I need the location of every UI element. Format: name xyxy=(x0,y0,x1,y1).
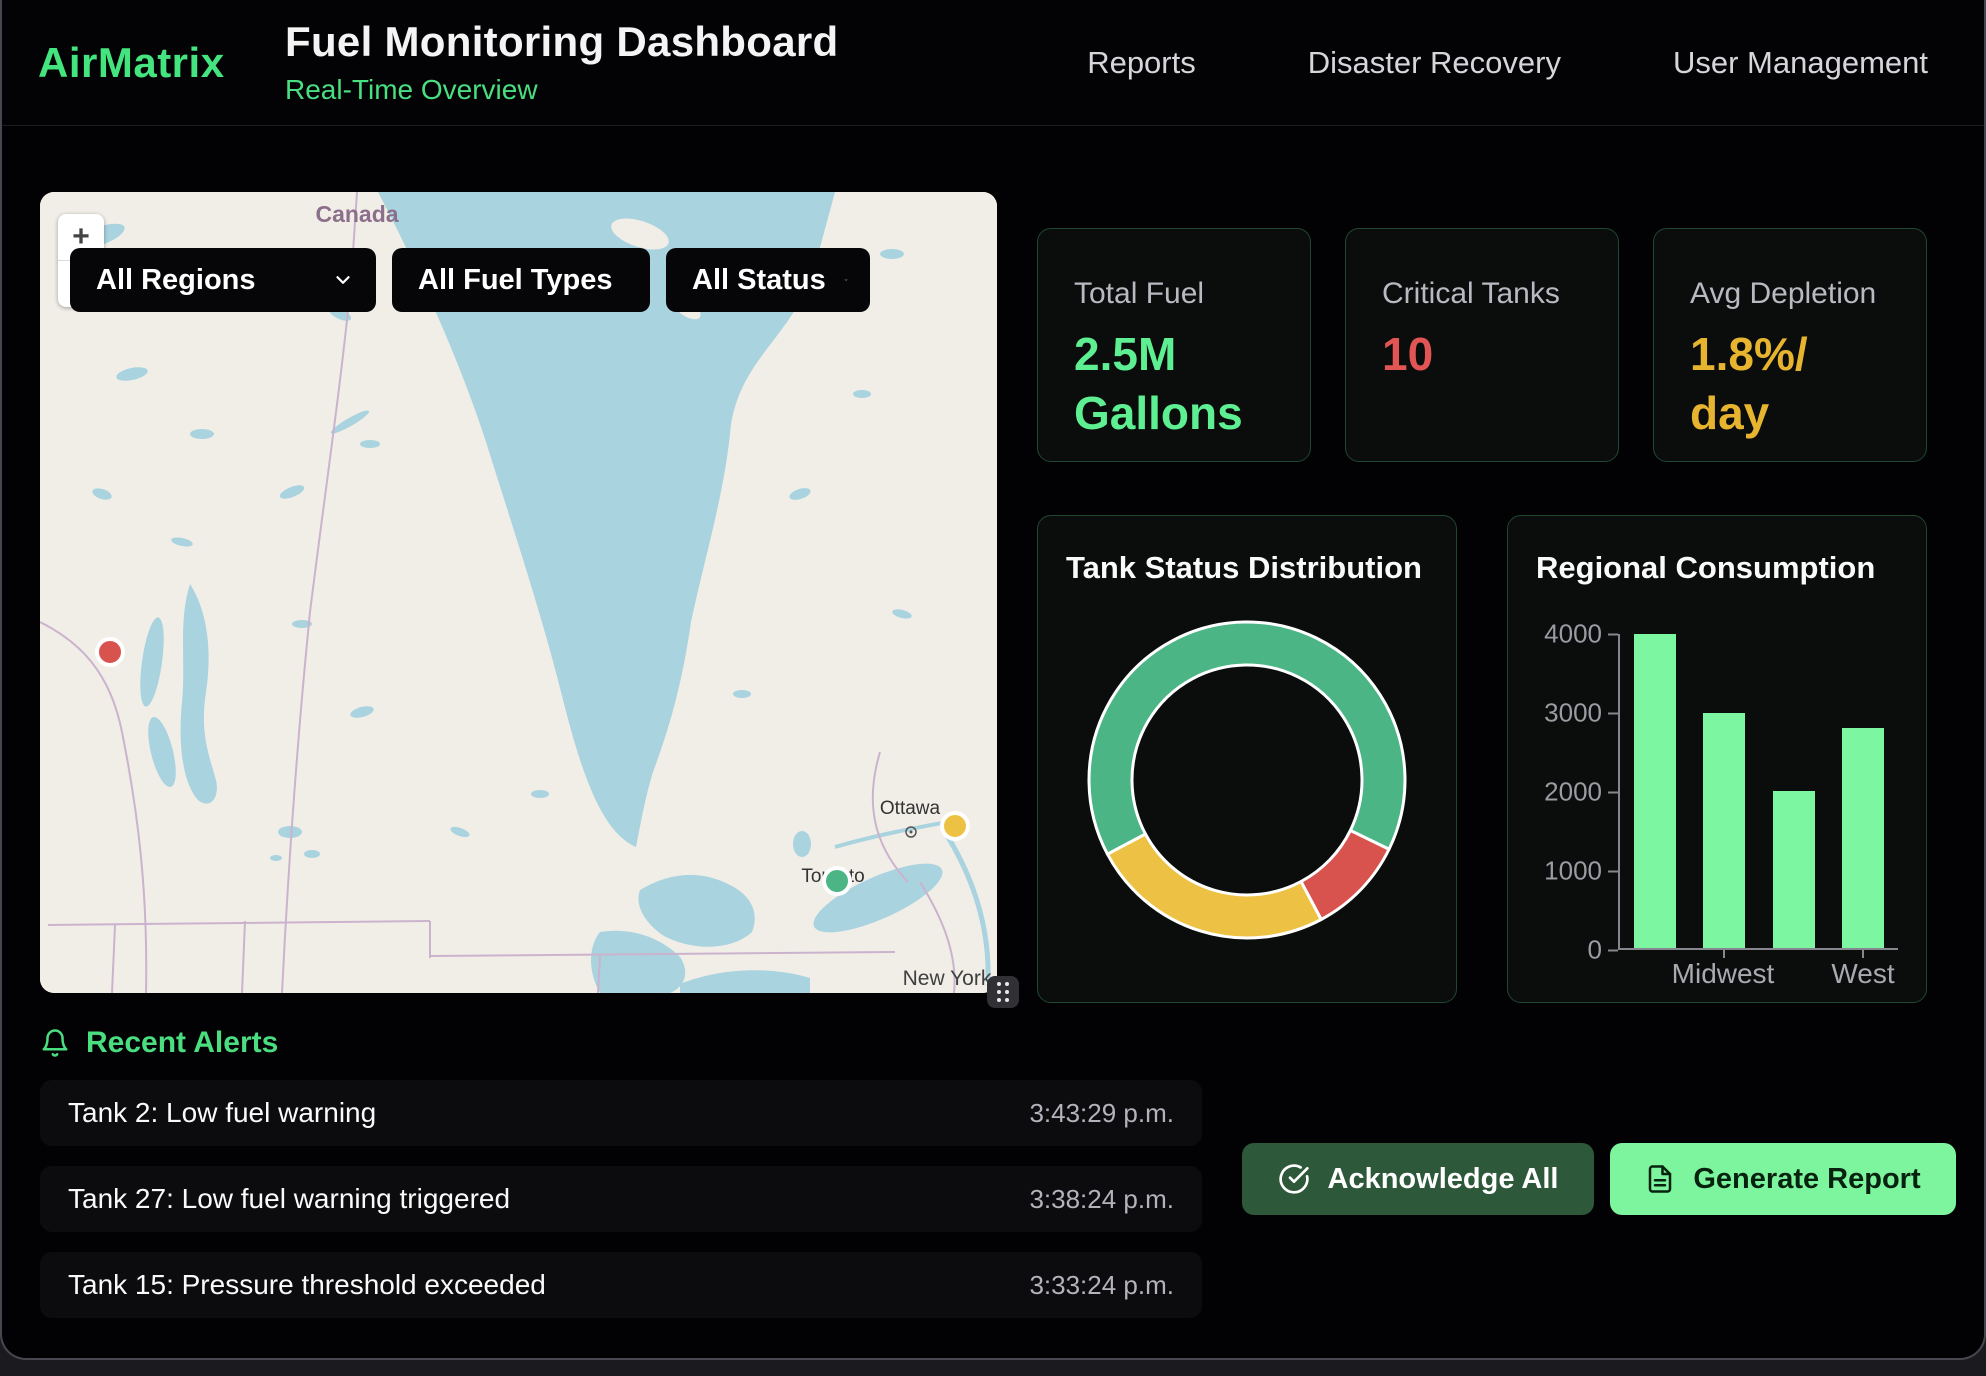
bar-plot-area xyxy=(1618,634,1898,950)
stat-card-total-fuel: Total Fuel 2.5M Gallons xyxy=(1037,228,1311,462)
app-header: AirMatrix Fuel Monitoring Dashboard Real… xyxy=(2,0,1984,126)
map-label-ottawa: Ottawa xyxy=(880,798,941,819)
x-axis-label: Midwest xyxy=(1672,958,1775,990)
alert-message: Tank 27: Low fuel warning triggered xyxy=(68,1183,510,1215)
bar xyxy=(1773,791,1815,948)
alert-message: Tank 15: Pressure threshold exceeded xyxy=(68,1269,546,1301)
alert-row[interactable]: Tank 27: Low fuel warning triggered 3:38… xyxy=(40,1166,1202,1232)
chart-title-tank-status: Tank Status Distribution xyxy=(1066,550,1428,586)
stat-label: Critical Tanks xyxy=(1382,277,1582,311)
map-filter-row: All Regions All Fuel Types All Status xyxy=(70,248,870,312)
basemap-svg: Canada Ottawa Toronto New York xyxy=(40,192,997,993)
nav-item-reports[interactable]: Reports xyxy=(1087,45,1196,81)
donut-svg xyxy=(1079,612,1415,948)
main-nav: Reports Disaster Recovery User Managemen… xyxy=(1087,0,1928,126)
tank-marker-warning[interactable] xyxy=(942,813,968,839)
region-filter-select[interactable]: All Regions xyxy=(70,248,376,312)
y-axis-tick: 0 xyxy=(1588,935,1618,966)
y-axis-tick: 2000 xyxy=(1544,777,1618,808)
map-resize-drag-handle[interactable] xyxy=(987,976,1019,1008)
bell-icon xyxy=(40,1028,70,1058)
stat-value-total-fuel: 2.5M Gallons xyxy=(1074,325,1274,443)
y-axis-tick: 1000 xyxy=(1544,856,1618,887)
stat-card-critical-tanks: Critical Tanks 10 xyxy=(1345,228,1619,462)
region-filter-value: All Regions xyxy=(96,264,256,297)
chart-title-regional-consumption: Regional Consumption xyxy=(1536,550,1898,586)
acknowledge-all-label: Acknowledge All xyxy=(1328,1163,1559,1196)
status-filter-select[interactable]: All Status xyxy=(666,248,870,312)
bar-cell xyxy=(1620,634,1690,948)
x-axis-label: West xyxy=(1831,958,1894,990)
stat-label: Total Fuel xyxy=(1074,277,1274,311)
alerts-header: Recent Alerts xyxy=(40,1026,1202,1060)
chevron-down-icon xyxy=(844,269,848,291)
stats-row: Total Fuel 2.5M Gallons Critical Tanks 1… xyxy=(1037,228,1927,462)
regional-consumption-card: Regional Consumption 0 1000 2000 3000 4000 M… xyxy=(1507,515,1927,1003)
recent-alerts-section: Recent Alerts Tank 2: Low fuel warning 3… xyxy=(40,1026,1202,1318)
alert-row[interactable]: Tank 15: Pressure threshold exceeded 3:3… xyxy=(40,1252,1202,1318)
title-block: Fuel Monitoring Dashboard Real-Time Over… xyxy=(285,18,838,106)
donut-segment-warning xyxy=(1107,834,1321,938)
stat-value-avg-depletion: 1.8%/ day xyxy=(1690,325,1890,443)
tank-status-donut-chart xyxy=(1066,612,1428,948)
alerts-title: Recent Alerts xyxy=(86,1026,278,1060)
stat-card-avg-depletion: Avg Depletion 1.8%/ day xyxy=(1653,228,1927,462)
alert-timestamp: 3:43:29 p.m. xyxy=(1029,1098,1174,1129)
check-circle-icon xyxy=(1278,1163,1310,1195)
acknowledge-all-button[interactable]: Acknowledge All xyxy=(1242,1143,1594,1215)
bar xyxy=(1634,634,1676,948)
nav-item-disaster-recovery[interactable]: Disaster Recovery xyxy=(1308,45,1561,81)
bar-y-axis: 01000200030004000 xyxy=(1536,634,1618,950)
document-icon xyxy=(1645,1164,1675,1194)
page-subtitle: Real-Time Overview xyxy=(285,74,838,106)
alert-timestamp: 3:38:24 p.m. xyxy=(1029,1184,1174,1215)
map-label-new-york: New York xyxy=(903,967,992,990)
bar xyxy=(1842,728,1884,948)
bar-cell xyxy=(1829,634,1899,948)
bar-x-labels: Midwest West xyxy=(1618,950,1898,990)
nav-item-user-management[interactable]: User Management xyxy=(1673,45,1928,81)
generate-report-button[interactable]: Generate Report xyxy=(1610,1143,1956,1215)
y-axis-tick: 3000 xyxy=(1544,698,1618,729)
bar-cell xyxy=(1759,634,1829,948)
tank-status-card: Tank Status Distribution xyxy=(1037,515,1457,1003)
y-axis-tick: 4000 xyxy=(1544,619,1618,650)
page-title: Fuel Monitoring Dashboard xyxy=(285,18,838,66)
generate-report-label: Generate Report xyxy=(1693,1163,1920,1196)
alert-message: Tank 2: Low fuel warning xyxy=(68,1097,376,1129)
regional-consumption-bar-chart: 01000200030004000 xyxy=(1536,634,1898,950)
donut-segment-normal xyxy=(1089,622,1405,854)
lake-simcoe xyxy=(793,831,811,857)
stat-value-critical-tanks: 10 xyxy=(1382,325,1582,384)
status-filter-value: All Status xyxy=(692,264,826,297)
alert-timestamp: 3:33:24 p.m. xyxy=(1029,1270,1174,1301)
tank-marker-critical[interactable] xyxy=(97,639,123,665)
dashboard-root: AirMatrix Fuel Monitoring Dashboard Real… xyxy=(0,0,1986,1360)
fuel-map[interactable]: Canada Ottawa Toronto New York + − All R… xyxy=(40,192,997,993)
chevron-down-icon xyxy=(332,269,354,291)
ottawa-town-dot xyxy=(910,831,913,834)
tank-marker-normal[interactable] xyxy=(824,868,850,894)
fuel-type-filter-value: All Fuel Types xyxy=(418,264,612,297)
bar xyxy=(1703,713,1745,949)
charts-row: Tank Status Distribution Regional Consum… xyxy=(1037,515,1927,1003)
stat-label: Avg Depletion xyxy=(1690,277,1890,311)
map-label-canada: Canada xyxy=(315,201,398,227)
bar-cell xyxy=(1690,634,1760,948)
fuel-type-filter-select[interactable]: All Fuel Types xyxy=(392,248,650,312)
alert-row[interactable]: Tank 2: Low fuel warning 3:43:29 p.m. xyxy=(40,1080,1202,1146)
brand-logo: AirMatrix xyxy=(38,39,225,87)
